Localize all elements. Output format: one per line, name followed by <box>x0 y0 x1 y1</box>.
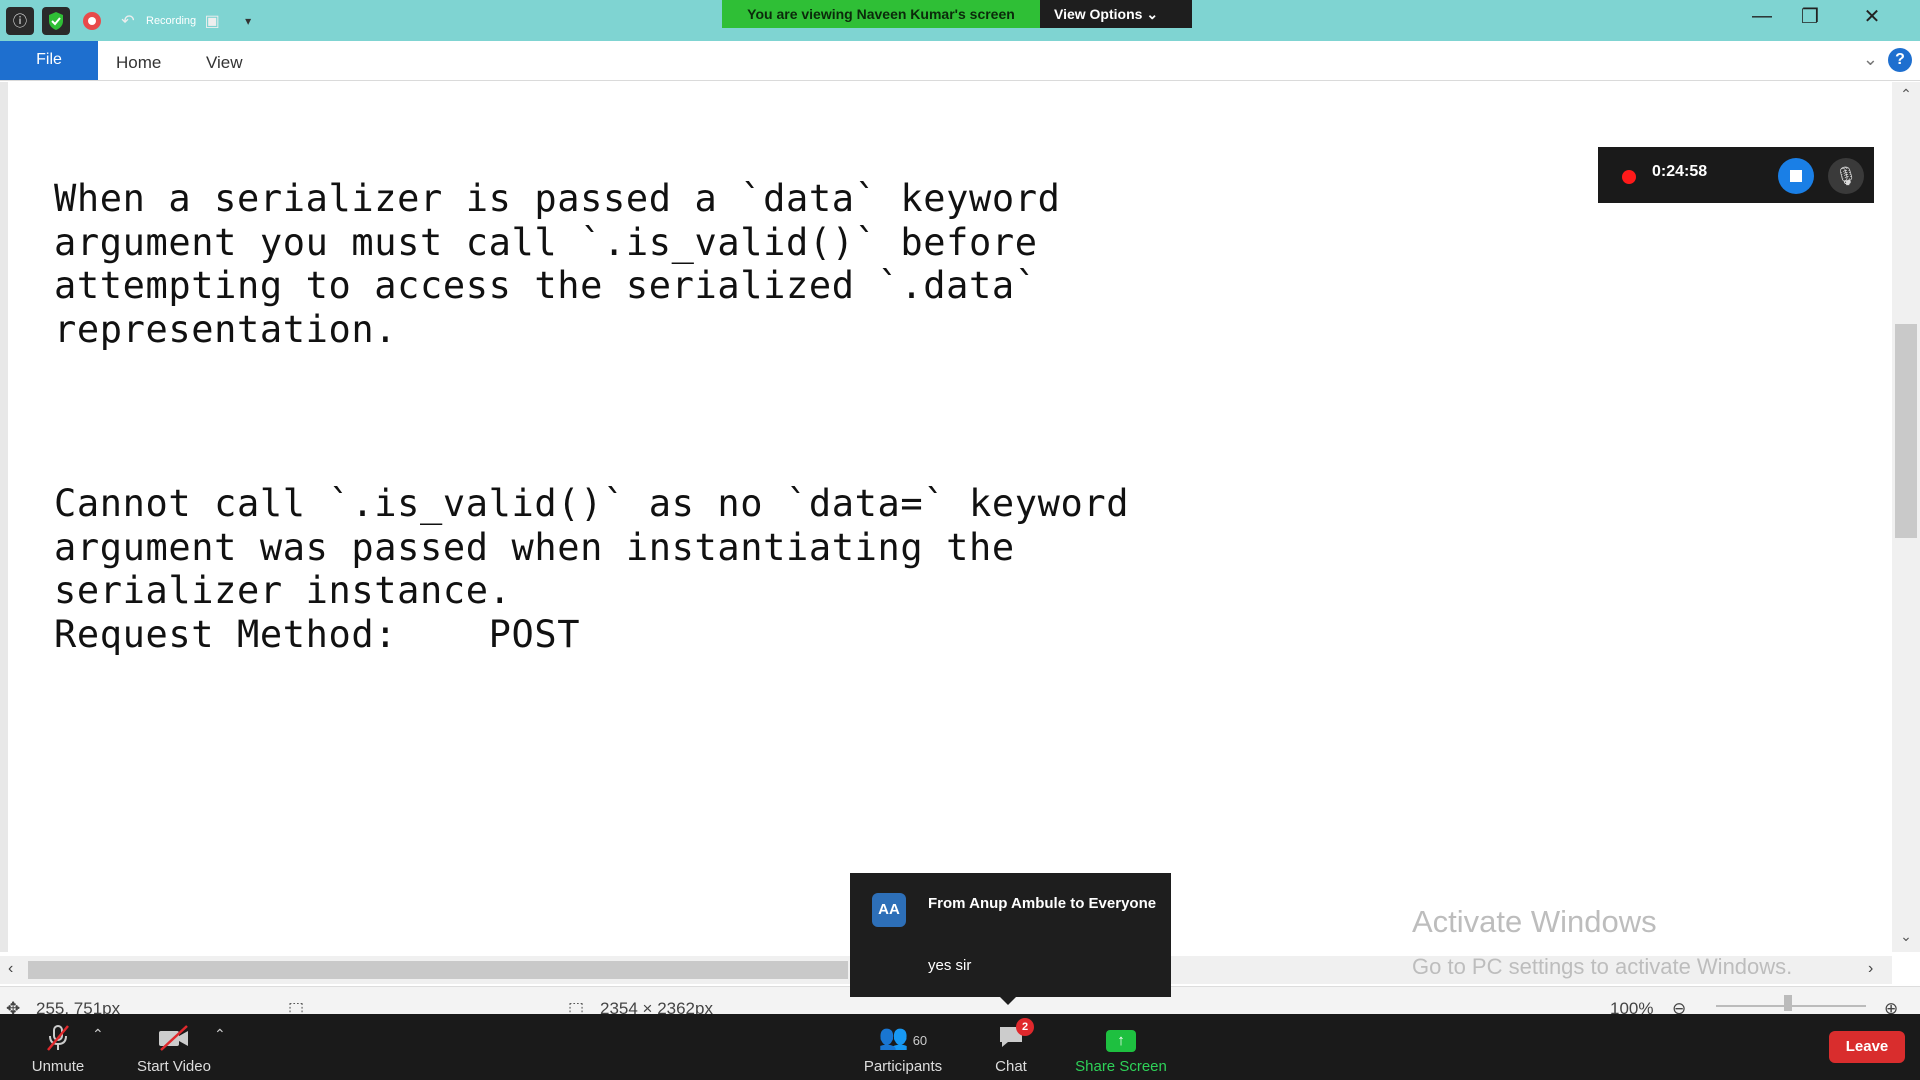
start-video-button[interactable]: Start Video <box>134 1024 214 1075</box>
save-icon[interactable]: ▣ <box>198 7 226 35</box>
info-icon[interactable]: ⓘ <box>6 7 34 35</box>
paint-app-icon[interactable] <box>78 7 106 35</box>
ribbon: File Home View ⌄ ? <box>0 41 1920 81</box>
shield-icon[interactable] <box>42 7 70 35</box>
tab-view[interactable]: View <box>206 53 243 73</box>
scroll-right-icon[interactable]: › <box>1868 960 1873 978</box>
quick-access-toolbar: ⓘ ↶ Recording ▣ ▾ <box>6 7 270 35</box>
recording-label: Recording <box>146 15 197 27</box>
file-tab[interactable]: File <box>0 41 98 80</box>
share-screen-icon: ↑ <box>1106 1030 1136 1052</box>
participants-button[interactable]: 👥 60 Participants <box>862 1024 944 1075</box>
viewing-banner: You are viewing Naveen Kumar's screen Vi… <box>722 0 1192 28</box>
viewing-banner-text: You are viewing Naveen Kumar's screen <box>722 0 1040 28</box>
view-options-button[interactable]: View Options ⌄ <box>1040 0 1192 28</box>
leave-button[interactable]: Leave <box>1829 1031 1905 1063</box>
recording-widget: 0:24:58 🎙 <box>1598 147 1874 203</box>
horizontal-scroll-thumb[interactable] <box>28 961 848 979</box>
chat-sender: From Anup Ambule to Everyone <box>928 895 1157 912</box>
undo-icon[interactable]: ↶ <box>114 7 142 35</box>
activate-windows-subtitle: Go to PC settings to activate Windows. <box>1412 954 1793 979</box>
scroll-up-icon[interactable]: ⌃ <box>1892 86 1920 108</box>
chat-unread-badge: 2 <box>1016 1018 1034 1036</box>
avatar: AA <box>872 893 906 927</box>
mic-muted-icon[interactable]: 🎙 <box>1828 158 1864 194</box>
scroll-down-icon[interactable]: ⌄ <box>1892 928 1920 950</box>
customize-toolbar-icon[interactable]: ▾ <box>234 7 262 35</box>
meeting-toolbar: Unmute ⌃ Start Video ⌃ 👥 60 Participants … <box>0 1014 1920 1080</box>
share-screen-icon-wrap: ↑ <box>1074 1024 1168 1052</box>
participants-icon-row: 👥 60 <box>862 1024 944 1052</box>
maximize-button[interactable]: ❐ <box>1786 0 1834 32</box>
activate-windows-watermark: Activate Windows Go to PC settings to ac… <box>1412 904 1792 980</box>
tab-home[interactable]: Home <box>116 53 161 73</box>
canvas-text-paragraph-1: When a serializer is passed a `data` key… <box>54 177 1061 351</box>
audio-options-chevron-icon[interactable]: ⌃ <box>92 1026 104 1043</box>
chat-button[interactable]: 2 Chat <box>990 1018 1034 1075</box>
vertical-scrollbar[interactable]: ⌃ ⌄ <box>1892 82 1920 952</box>
scroll-left-icon[interactable]: ‹ <box>8 960 13 978</box>
share-screen-button[interactable]: ↑ Share Screen <box>1074 1024 1168 1075</box>
chat-message: yes sir <box>928 957 972 974</box>
mic-muted-icon <box>28 1024 88 1052</box>
video-options-chevron-icon[interactable]: ⌃ <box>214 1026 226 1043</box>
collapse-ribbon-icon[interactable]: ⌄ <box>1863 49 1878 70</box>
participants-label: Participants <box>863 1058 943 1075</box>
chat-label: Chat <box>995 1058 1027 1075</box>
canvas-text-paragraph-2: Cannot call `.is_valid()` as no `data=` … <box>54 482 1130 656</box>
minimize-button[interactable]: — <box>1738 0 1786 32</box>
help-icon[interactable]: ? <box>1888 48 1912 72</box>
zoom-slider-thumb[interactable] <box>1784 995 1792 1011</box>
paint-canvas[interactable]: When a serializer is passed a `data` key… <box>0 82 1892 952</box>
toast-pointer <box>1000 997 1016 1005</box>
participants-icon: 👥 <box>878 1024 909 1051</box>
recording-time: 0:24:58 <box>1652 163 1708 180</box>
vertical-scroll-thumb[interactable] <box>1895 324 1917 538</box>
activate-windows-title: Activate Windows <box>1412 904 1657 939</box>
window-titlebar: ⓘ ↶ Recording ▣ ▾ Untitled - Paint You a… <box>0 0 1920 41</box>
share-screen-label: Share Screen <box>1075 1058 1167 1075</box>
chat-icon: 2 <box>990 1018 1034 1052</box>
recording-dot-icon <box>1622 170 1636 184</box>
video-off-icon <box>134 1024 214 1052</box>
participants-count: 60 <box>912 1033 928 1048</box>
start-video-label: Start Video <box>137 1058 211 1075</box>
unmute-label: Unmute <box>31 1058 85 1075</box>
unmute-button[interactable]: Unmute <box>28 1024 88 1075</box>
close-button[interactable]: ✕ <box>1848 0 1896 32</box>
stop-recording-button[interactable] <box>1778 158 1814 194</box>
chat-notification[interactable]: AA From Anup Ambule to Everyone yes sir <box>850 873 1171 1005</box>
